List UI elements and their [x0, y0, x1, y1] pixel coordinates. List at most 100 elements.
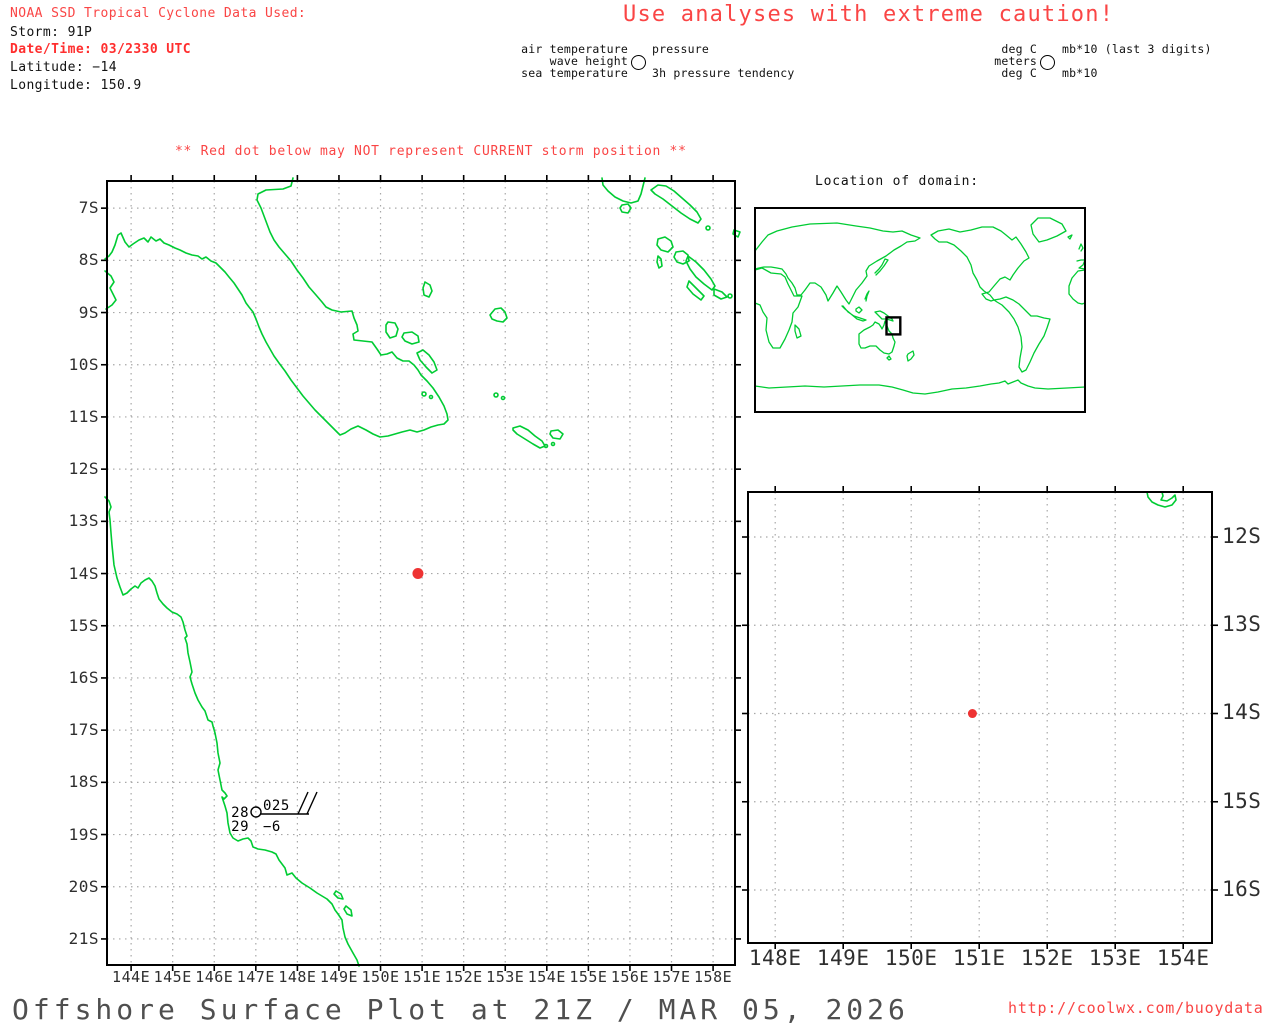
- storm-datetime: Date/Time: 03/2330 UTC: [10, 42, 191, 57]
- islet: [493, 392, 499, 398]
- station-pressure-tendency: −6: [263, 819, 281, 835]
- island: [656, 255, 663, 269]
- coastline: [104, 496, 360, 967]
- main-map: 28 025 29 −6: [101, 175, 741, 971]
- world-inset-map: [754, 207, 1086, 413]
- island: [685, 255, 716, 291]
- islet: [421, 391, 427, 397]
- coastline: [754, 267, 803, 349]
- y-tick-label: 7S: [78, 198, 99, 218]
- y-tick-label: 10S: [68, 354, 99, 374]
- zoom-map-grid: [742, 486, 1218, 949]
- y-tick-label: 13S: [1222, 612, 1262, 637]
- wind-barb-icon: [306, 791, 318, 815]
- x-tick-label: 152E: [1020, 946, 1074, 970]
- island: [512, 425, 546, 449]
- islet: [543, 443, 549, 449]
- zoom-map-frame: [747, 491, 1213, 944]
- main-map-overlay: [412, 568, 424, 580]
- station-circle-icon: [631, 55, 646, 70]
- island: [401, 331, 420, 345]
- island: [794, 324, 802, 339]
- y-tick-label: 17S: [68, 720, 99, 740]
- legend-sea-temperature: sea temperature: [521, 66, 628, 80]
- island: [874, 310, 894, 322]
- island: [855, 306, 863, 314]
- source-url-link[interactable]: http://coolwx.com/buoydata: [1008, 999, 1264, 1017]
- world-coastlines: [754, 217, 1086, 395]
- y-tick-label: 18S: [68, 772, 99, 792]
- island: [906, 350, 915, 362]
- station-plot: 28 025 29 −6: [231, 791, 318, 835]
- island: [416, 349, 438, 374]
- storm-id: Storm: 91P: [10, 25, 93, 40]
- y-tick-label: 15S: [68, 615, 99, 635]
- zoom-map-coastlines: [1146, 491, 1177, 508]
- legend-mb10-last3: mb*10 (last 3 digits): [1062, 42, 1212, 56]
- islet: [727, 293, 733, 299]
- x-tick-label: 153E: [1088, 946, 1142, 970]
- zoom-map: [742, 486, 1218, 949]
- island: [489, 307, 508, 323]
- coastline: [754, 222, 921, 305]
- coastline: [1068, 269, 1086, 305]
- y-tick-label: 19S: [68, 824, 99, 844]
- station-circle-icon: [1040, 55, 1055, 70]
- coastline: [993, 296, 1051, 373]
- y-tick-label: 16S: [68, 668, 99, 688]
- x-tick-label: 158E: [694, 968, 733, 986]
- islet: [500, 395, 506, 401]
- station-sea-temp: 29: [231, 819, 249, 835]
- x-tick-label: 154E: [1156, 946, 1210, 970]
- y-tick-label: 13S: [68, 511, 99, 531]
- island: [422, 281, 433, 298]
- y-tick-label: 14S: [1222, 700, 1262, 725]
- y-tick-label: 12S: [68, 459, 99, 479]
- coastline: [858, 320, 896, 355]
- y-tick-label: 12S: [1222, 523, 1262, 548]
- wind-barb-icon: [297, 791, 309, 815]
- x-tick-label: 148E: [748, 946, 802, 970]
- x-tick-label: 151E: [952, 946, 1006, 970]
- noaa-data-line: NOAA SSD Tropical Cyclone Data Used:: [10, 6, 307, 21]
- coastline: [1076, 259, 1086, 270]
- storm-longitude: Longitude: 150.9: [10, 78, 142, 93]
- coastline: [104, 177, 449, 438]
- station-pressure: 025: [263, 798, 290, 814]
- island: [1030, 217, 1067, 243]
- island: [1078, 243, 1084, 252]
- island: [549, 429, 564, 440]
- y-tick-label: 15S: [1222, 788, 1262, 813]
- offshore-surface-plot: NOAA SSD Tropical Cyclone Data Used: Sto…: [0, 0, 1280, 1024]
- y-tick-label: 21S: [68, 929, 99, 949]
- y-tick-label: 8S: [78, 250, 99, 270]
- storm-latitude: Latitude: −14: [10, 60, 117, 75]
- storm-position-dot: [967, 709, 977, 719]
- island: [650, 184, 702, 224]
- y-tick-label: 20S: [68, 876, 99, 896]
- coastline: [930, 226, 1030, 302]
- island: [343, 905, 353, 917]
- storm-position-warning: ** Red dot below may NOT represent CURRE…: [175, 144, 687, 159]
- coastline: [1146, 491, 1177, 508]
- island: [886, 355, 892, 361]
- legend-pressure-tendency: 3h pressure tendency: [652, 66, 795, 80]
- y-tick-label: 16S: [1222, 876, 1262, 901]
- island: [864, 290, 870, 302]
- islet: [428, 394, 434, 400]
- island: [686, 280, 705, 301]
- legend-mb10: mb*10: [1062, 66, 1098, 80]
- islet: [705, 225, 711, 231]
- y-tick-label: 11S: [68, 407, 99, 427]
- inset-title: Location of domain:: [815, 174, 979, 189]
- plot-title: Offshore Surface Plot at 21Z / MAR 05, 2…: [12, 993, 909, 1024]
- storm-position-dot: [412, 568, 424, 580]
- island: [1067, 234, 1073, 240]
- legend-pressure: pressure: [652, 42, 709, 56]
- island: [713, 288, 728, 300]
- coastline: [841, 305, 867, 322]
- legend-degc-bottom: deg C: [1001, 66, 1037, 80]
- island: [385, 321, 399, 339]
- caution-headline: Use analyses with extreme caution!: [623, 2, 1115, 27]
- coastline: [754, 379, 1086, 395]
